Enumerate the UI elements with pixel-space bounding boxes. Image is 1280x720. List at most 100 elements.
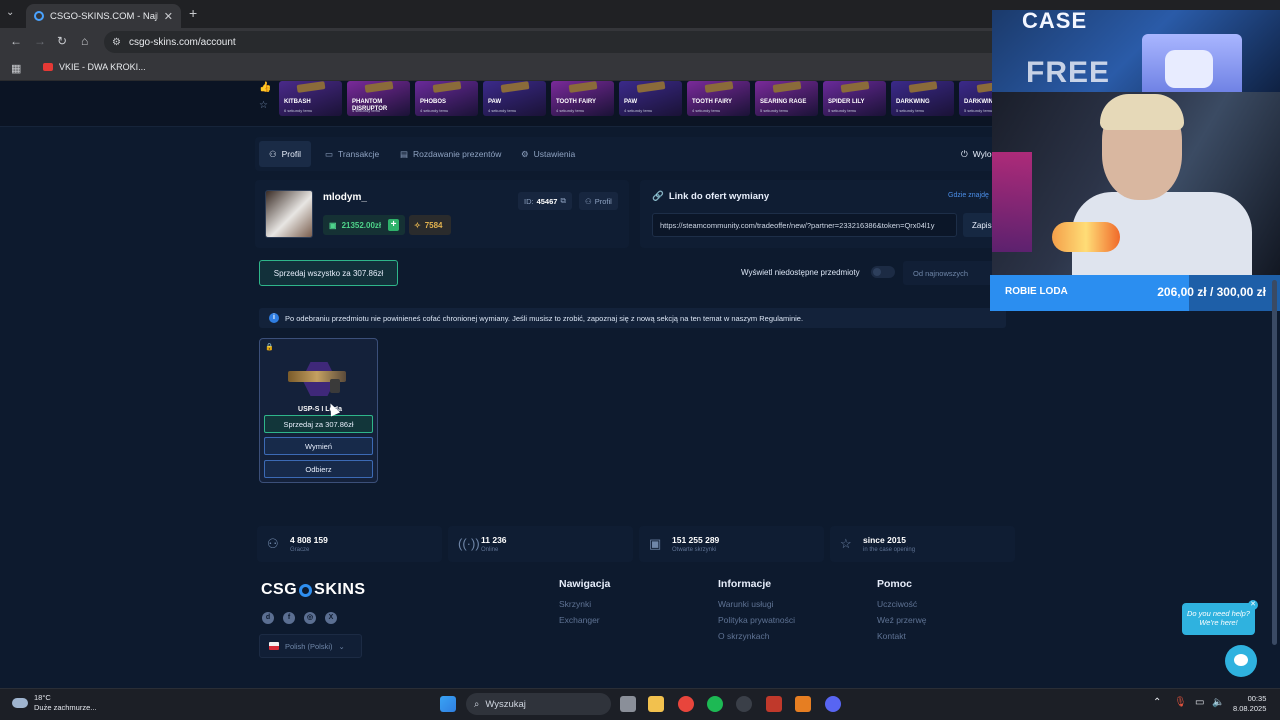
- drop-time: 5 sekundy temu: [896, 108, 925, 113]
- weapon-image: [568, 81, 598, 93]
- add-funds-icon[interactable]: +: [388, 219, 399, 231]
- streamer-hair-image: [1100, 94, 1184, 130]
- drop-card[interactable]: PAW 4 sekundy temu: [619, 81, 682, 116]
- browser-tab[interactable]: CSGO-SKINS.COM - Najlepsze ✕: [26, 4, 181, 28]
- weather-widget[interactable]: 18°C Duże zachmurze...: [12, 693, 97, 713]
- tab-ustawienia[interactable]: ⚙ Ustawienia: [511, 141, 585, 167]
- drop-card[interactable]: TOOTH FAIRY 4 sekundy temu: [551, 81, 614, 116]
- stat-label: Online: [481, 547, 499, 553]
- drop-card[interactable]: DARKWING 5 sekundy temu: [891, 81, 954, 116]
- new-tab-icon[interactable]: +: [189, 5, 197, 21]
- banner-case-text: CASE: [1022, 10, 1088, 33]
- help-bubble[interactable]: Do you need help? We're here!: [1182, 603, 1255, 635]
- spotify-icon[interactable]: [707, 696, 723, 712]
- goal-label: ROBIE LODA: [1005, 286, 1068, 297]
- facebook-icon[interactable]: f: [283, 612, 295, 624]
- drop-card[interactable]: PHANTOM DISRUPTOR 4 sekundy temu: [347, 81, 410, 116]
- withdraw-item-button[interactable]: Odbierz: [264, 460, 373, 478]
- broadcast-icon: ((·)): [458, 536, 480, 551]
- logo-text-left: CSG: [261, 581, 298, 598]
- home-icon[interactable]: ⌂: [81, 35, 88, 47]
- file-explorer-icon[interactable]: [648, 696, 664, 712]
- user-icon: ⚇: [269, 148, 277, 159]
- chat-button[interactable]: [1225, 645, 1257, 677]
- clock[interactable]: 00:35 8.08.2025: [1233, 694, 1266, 714]
- public-profile-button[interactable]: ⚇ Profil: [579, 192, 618, 210]
- discord-icon[interactable]: [825, 696, 841, 712]
- drop-name: TOOTH FAIRY: [692, 99, 733, 105]
- site-settings-icon[interactable]: ⚙: [112, 37, 121, 48]
- back-icon[interactable]: ←: [10, 35, 22, 47]
- inventory-item-card[interactable]: 🔒 USP-S | Loda Sprzedaj za 307.86zł Wymi…: [259, 338, 378, 483]
- voicemeeter-icon[interactable]: [766, 696, 782, 712]
- footer-link[interactable]: Weź przerwę: [877, 615, 926, 625]
- user-id-badge[interactable]: ID: 45467 ⧉: [518, 192, 572, 210]
- info-text: Po odebraniu przedmiotu nie powinieneś c…: [285, 313, 804, 323]
- footer-link[interactable]: Kontakt: [877, 631, 926, 641]
- forward-icon[interactable]: →: [34, 35, 46, 47]
- drop-card[interactable]: TOOTH FAIRY 4 sekundy temu: [687, 81, 750, 116]
- drop-card[interactable]: PHOBOS 4 sekundy temu: [415, 81, 478, 116]
- task-view-icon[interactable]: [620, 696, 636, 712]
- microphone-icon[interactable]: 🎙: [1174, 697, 1187, 708]
- drop-card[interactable]: SEARING RAGE 5 sekundy temu: [755, 81, 818, 116]
- sell-item-button[interactable]: Sprzedaj za 307.86zł: [264, 415, 373, 433]
- taskbar-search[interactable]: ⌕ Wyszukaj: [466, 693, 611, 715]
- stat-card: ⚇ 4 808 159 Gracze: [257, 526, 442, 562]
- chevron-up-icon[interactable]: ⌃: [1153, 697, 1161, 708]
- x-twitter-icon[interactable]: X: [325, 612, 337, 624]
- tab-transakcje[interactable]: ▭ Transakcje: [315, 141, 389, 167]
- app-icon[interactable]: [795, 696, 811, 712]
- drop-time: 4 sekundy temu: [488, 108, 517, 113]
- show-unavailable-toggle[interactable]: [871, 266, 895, 278]
- chrome-icon[interactable]: [678, 696, 694, 712]
- tab-list-icon[interactable]: ⌄: [6, 7, 14, 18]
- sell-all-button[interactable]: Sprzedaj wszystko za 307.86zł: [259, 260, 398, 286]
- footer-link[interactable]: Skrzynki: [559, 599, 610, 609]
- balance-badge[interactable]: ▣ 21352.00zł +: [323, 215, 405, 235]
- close-help-icon[interactable]: ✕: [1248, 600, 1258, 610]
- trade-url-input[interactable]: https://steamcommunity.com/tradeoffer/ne…: [652, 213, 957, 237]
- instagram-icon[interactable]: ◎: [304, 612, 316, 624]
- app-icon[interactable]: [736, 696, 752, 712]
- footer-link[interactable]: O skrzynkach: [718, 631, 795, 641]
- stream-banner: CASE FREE: [992, 10, 1280, 92]
- close-tab-icon[interactable]: ✕: [164, 10, 173, 23]
- swap-item-button[interactable]: Wymień: [264, 437, 373, 455]
- drop-time: 4 sekundy temu: [420, 108, 449, 113]
- start-icon[interactable]: [440, 696, 456, 712]
- footer-link[interactable]: Uczciwość: [877, 599, 926, 609]
- address-bar[interactable]: ⚙ csgo-skins.com/account: [104, 31, 1004, 53]
- tab-title: CSGO-SKINS.COM - Najlepsze: [50, 10, 158, 22]
- drop-card[interactable]: SPIDER LILY 5 sekundy temu: [823, 81, 886, 116]
- user-icon: ⚇: [585, 196, 592, 206]
- copy-icon[interactable]: ⧉: [560, 196, 565, 206]
- banner-free-text: FREE: [1026, 56, 1111, 89]
- footer-info-title: Informacje: [718, 578, 772, 590]
- display-icon[interactable]: ▭: [1195, 697, 1204, 708]
- pc-lights-image: [992, 152, 1032, 252]
- where-to-find-link[interactable]: Gdzie znajdę: [948, 192, 989, 199]
- drop-card[interactable]: PAW 4 sekundy temu: [483, 81, 546, 116]
- footer-link[interactable]: Warunki usługi: [718, 599, 795, 609]
- reload-icon[interactable]: ↻: [57, 35, 67, 47]
- volume-icon[interactable]: 🔈: [1212, 697, 1224, 708]
- footer-help-title: Pomoc: [877, 578, 913, 590]
- footer-link[interactable]: Polityka prywatności: [718, 615, 795, 625]
- star-icon[interactable]: ☆: [259, 100, 268, 111]
- tab-label: Rozdawanie prezentów: [413, 149, 502, 159]
- bookmark-item[interactable]: VKIE - DWA KROKI...: [43, 62, 146, 72]
- tab-rozdawanie[interactable]: ▤ Rozdawanie prezentów: [390, 141, 511, 167]
- profile-panel: mlodym_ ▣ 21352.00zł + ✧ 7584 ID: 45467 …: [255, 180, 629, 248]
- coins-badge: ✧ 7584: [409, 215, 451, 235]
- site-logo[interactable]: CSG SKINS: [261, 581, 366, 599]
- apps-grid-icon[interactable]: ▦: [11, 62, 21, 75]
- page-scrollbar-thumb[interactable]: [1272, 280, 1277, 645]
- thumbs-up-icon[interactable]: 👍: [259, 82, 271, 93]
- language-select[interactable]: Polish (Polski) ⌄: [259, 634, 362, 658]
- drop-card[interactable]: KITBASH 6 sekundy temu: [279, 81, 342, 116]
- footer-link[interactable]: Exchanger: [559, 615, 610, 625]
- tab-profil[interactable]: ⚇ Profil: [259, 141, 311, 167]
- discord-icon[interactable]: d: [262, 612, 274, 624]
- stat-card: ▣ 151 255 289 Otwarte skrzynki: [639, 526, 824, 562]
